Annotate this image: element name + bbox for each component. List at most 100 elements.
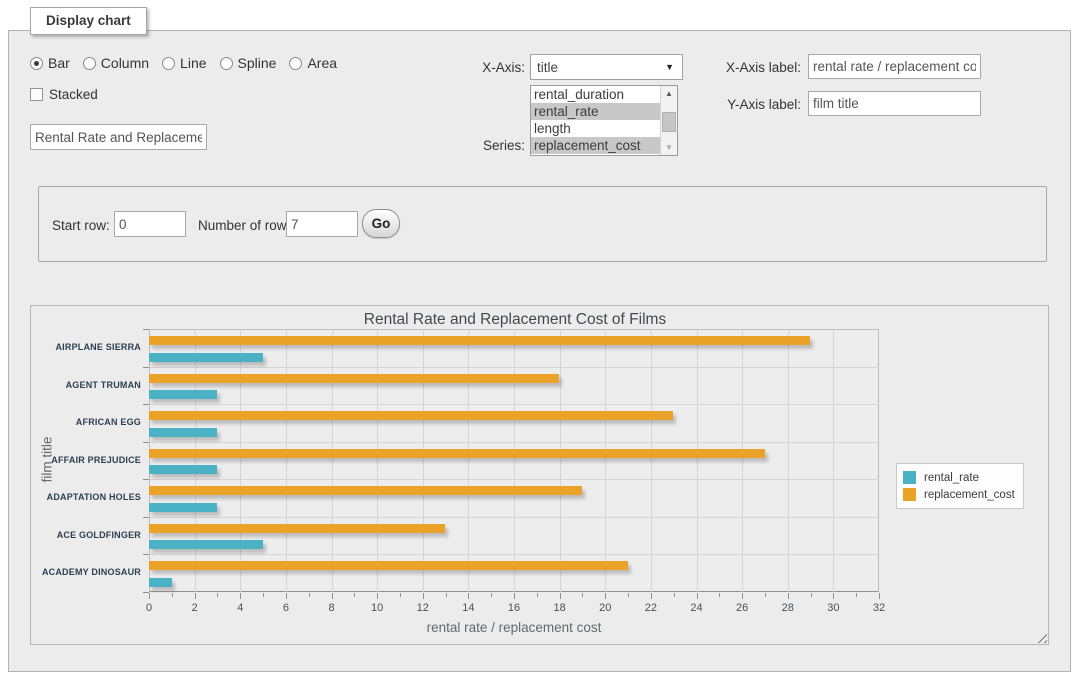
start-row-input[interactable] bbox=[114, 211, 186, 237]
radio-label: Area bbox=[307, 55, 337, 71]
gridline bbox=[514, 329, 515, 592]
gridline bbox=[605, 329, 606, 592]
axis-tick bbox=[377, 593, 378, 599]
scrollbar-thumb[interactable] bbox=[662, 112, 676, 132]
x-tick-label: 20 bbox=[590, 602, 620, 614]
axis-tick bbox=[765, 593, 766, 597]
legend-swatch bbox=[903, 488, 916, 501]
scroll-up-icon[interactable]: ▲ bbox=[661, 86, 677, 101]
chart-type-option-spline[interactable]: Spline bbox=[220, 55, 277, 71]
chart-type-option-column[interactable]: Column bbox=[83, 55, 149, 71]
bar-rental_rate bbox=[149, 428, 217, 437]
go-button[interactable]: Go bbox=[362, 209, 400, 238]
chart-type-option-line[interactable]: Line bbox=[162, 55, 206, 71]
gridline bbox=[149, 479, 879, 480]
gridline bbox=[742, 329, 743, 592]
x-axis-title: rental rate / replacement cost bbox=[149, 620, 879, 635]
gridline bbox=[286, 329, 287, 592]
number-of-rows-label: Number of rows: bbox=[198, 218, 297, 233]
bar-rental_rate bbox=[149, 578, 172, 587]
series-options: rental_durationrental_ratelengthreplacem… bbox=[531, 86, 660, 155]
listbox-scrollbar[interactable]: ▲ ▼ bbox=[660, 86, 677, 155]
resize-handle-icon[interactable] bbox=[1034, 630, 1047, 643]
chart-title: Rental Rate and Replacement Cost of Film… bbox=[31, 311, 999, 329]
axis-tick bbox=[833, 593, 834, 599]
x-tick-label: 2 bbox=[180, 602, 210, 614]
gridline bbox=[377, 329, 378, 592]
axis-tick bbox=[605, 593, 606, 599]
axis-tick bbox=[560, 593, 561, 599]
bar-rental_rate bbox=[149, 540, 263, 549]
gridline bbox=[149, 554, 879, 555]
bar-rental_rate bbox=[149, 503, 217, 512]
x-tick-label: 10 bbox=[362, 602, 392, 614]
axis-tick bbox=[788, 593, 789, 599]
axis-tick bbox=[332, 593, 333, 599]
series-option-rental_rate[interactable]: rental_rate bbox=[531, 103, 660, 120]
series-option-rental_duration[interactable]: rental_duration bbox=[531, 86, 660, 103]
chart-type-option-area[interactable]: Area bbox=[289, 55, 337, 71]
stacked-label: Stacked bbox=[49, 87, 98, 102]
radio-icon[interactable] bbox=[83, 57, 96, 70]
stacked-option[interactable]: Stacked bbox=[30, 87, 98, 102]
gridline bbox=[468, 329, 469, 592]
number-of-rows-input[interactable] bbox=[286, 211, 358, 237]
series-option-replacement_cost[interactable]: replacement_cost bbox=[531, 137, 660, 154]
chart-container: Rental Rate and Replacement Cost of Film… bbox=[30, 305, 1049, 645]
axis-tick bbox=[651, 593, 652, 599]
scroll-down-icon[interactable]: ▼ bbox=[661, 140, 677, 155]
axis-tick bbox=[172, 593, 173, 597]
bar-replacement_cost bbox=[149, 449, 765, 458]
axis-tick bbox=[742, 593, 743, 599]
legend-swatch bbox=[903, 471, 916, 484]
gridline bbox=[332, 329, 333, 592]
x-axis-select-label: X-Axis: bbox=[445, 60, 525, 75]
x-tick-label: 4 bbox=[225, 602, 255, 614]
bar-rental_rate bbox=[149, 390, 217, 399]
gridline bbox=[833, 329, 834, 592]
x-axis-select[interactable]: title ▼ bbox=[530, 54, 683, 80]
axis-tick bbox=[149, 593, 150, 599]
x-tick-label: 12 bbox=[408, 602, 438, 614]
radio-label: Line bbox=[180, 55, 206, 71]
axis-tick bbox=[143, 554, 149, 555]
radio-icon[interactable] bbox=[162, 57, 175, 70]
chevron-down-icon: ▼ bbox=[665, 62, 674, 72]
x-axis-selected-value: title bbox=[537, 60, 665, 75]
bar-replacement_cost bbox=[149, 374, 559, 383]
series-listbox-label: Series: bbox=[445, 138, 525, 153]
series-listbox[interactable]: rental_durationrental_ratelengthreplacem… bbox=[530, 85, 678, 156]
axis-tick bbox=[143, 517, 149, 518]
legend-label: replacement_cost bbox=[924, 489, 1015, 501]
series-option-length[interactable]: length bbox=[531, 120, 660, 137]
bar-replacement_cost bbox=[149, 524, 445, 533]
axis-tick bbox=[354, 593, 355, 597]
axis-tick bbox=[143, 367, 149, 368]
axis-tick bbox=[143, 479, 149, 480]
page: Display chart BarColumnLineSplineArea St… bbox=[0, 0, 1081, 681]
radio-icon[interactable] bbox=[30, 57, 43, 70]
axis-tick bbox=[309, 593, 310, 597]
category-label: AGENT TRUMAN bbox=[31, 367, 141, 405]
chart-type-option-bar[interactable]: Bar bbox=[30, 55, 70, 71]
axis-tick bbox=[537, 593, 538, 597]
axis-tick bbox=[217, 593, 218, 597]
axis-tick bbox=[697, 593, 698, 599]
bar-rental_rate bbox=[149, 465, 217, 474]
gridline bbox=[788, 329, 789, 592]
axis-tick bbox=[491, 593, 492, 597]
x-tick-label: 8 bbox=[317, 602, 347, 614]
axis-tick bbox=[263, 593, 264, 597]
legend-item: replacement_cost bbox=[903, 486, 1015, 503]
y-axis-label-input[interactable] bbox=[808, 91, 981, 116]
x-tick-label: 24 bbox=[682, 602, 712, 614]
radio-icon[interactable] bbox=[220, 57, 233, 70]
radio-icon[interactable] bbox=[289, 57, 302, 70]
chart-title-input[interactable] bbox=[30, 124, 207, 150]
radio-label: Column bbox=[101, 55, 149, 71]
bar-replacement_cost bbox=[149, 411, 673, 420]
stacked-checkbox[interactable] bbox=[30, 88, 43, 101]
x-axis-label-input[interactable] bbox=[808, 54, 981, 79]
x-tick-label: 22 bbox=[636, 602, 666, 614]
x-tick-label: 28 bbox=[773, 602, 803, 614]
